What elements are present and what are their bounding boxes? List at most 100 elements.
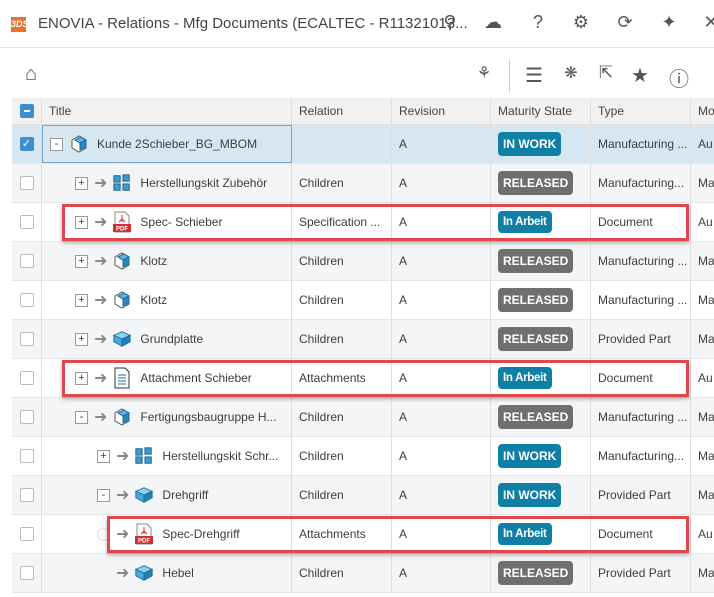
- svg-text:PDF: PDF: [138, 539, 150, 545]
- status-badge[interactable]: IN WORK: [498, 444, 562, 468]
- title-cell[interactable]: + ➜ Klotz: [42, 242, 292, 280]
- maturity-state-cell: RELEASED: [491, 281, 591, 319]
- collapse-button[interactable]: -: [97, 488, 110, 502]
- type-cell: Manufacturing...: [591, 437, 691, 475]
- column-header-relation[interactable]: Relation: [292, 98, 392, 124]
- close-icon[interactable]: ✕: [700, 12, 714, 33]
- status-badge[interactable]: In Arbeit: [498, 367, 552, 389]
- row-checkbox[interactable]: [19, 254, 34, 268]
- table-row[interactable]: + ➜ PDF Spec- Schieber Specification ... A …: [12, 203, 714, 242]
- row-checkbox[interactable]: [19, 371, 34, 385]
- title-cell[interactable]: + ➜ Herstellungskit Schr...: [42, 437, 292, 475]
- expand-button[interactable]: +: [75, 293, 88, 307]
- select-all-checkbox[interactable]: [19, 104, 34, 118]
- arrow-right-icon: ➜: [94, 331, 108, 348]
- list-icon[interactable]: ☰: [521, 63, 547, 88]
- row-checkbox[interactable]: [19, 449, 34, 463]
- expand-button[interactable]: +: [75, 332, 88, 346]
- type-cell: Manufacturing...: [591, 164, 691, 202]
- relation-cell: Children: [292, 320, 392, 358]
- row-checkbox[interactable]: [19, 410, 34, 424]
- title-cell[interactable]: - ➜ Drehgriff: [42, 476, 292, 514]
- row-checkbox[interactable]: [19, 176, 34, 190]
- title-cell[interactable]: + ➜ Attachment Schieber: [42, 359, 292, 397]
- title-cell[interactable]: - ➜ Fertigungsbaugruppe H...: [42, 398, 292, 436]
- status-badge[interactable]: IN WORK: [498, 483, 562, 507]
- status-badge[interactable]: In Arbeit: [498, 523, 552, 545]
- row-title: Kunde 2Schieber_BG_MBOM: [97, 137, 258, 151]
- expand-button[interactable]: +: [75, 254, 88, 268]
- collapse-button[interactable]: -: [75, 410, 88, 424]
- revision-cell: A: [392, 281, 491, 319]
- search-icon[interactable]: ⚲: [439, 12, 461, 33]
- status-badge[interactable]: RELEASED: [498, 249, 574, 273]
- table-row[interactable]: ➜ Hebel Children A RELEASED Provided Part…: [12, 554, 714, 593]
- title-cell[interactable]: ➜ Hebel: [42, 554, 292, 592]
- expand-button[interactable]: +: [75, 371, 88, 385]
- maturity-state-cell: RELEASED: [491, 554, 591, 592]
- gear-icon[interactable]: ⚙: [570, 12, 592, 33]
- maturity-state-cell: In Arbeit: [491, 203, 591, 241]
- collapse-button[interactable]: -: [50, 137, 63, 151]
- title-cell[interactable]: ➜ PDF Spec-Drehgriff: [42, 515, 292, 553]
- row-checkbox[interactable]: [19, 566, 34, 580]
- row-checkbox[interactable]: [19, 293, 34, 307]
- mo-cell: Au: [698, 371, 713, 385]
- title-cell[interactable]: + ➜ PDF Spec- Schieber: [42, 203, 292, 241]
- table-row[interactable]: + ➜ Klotz Children A RELEASED Manufacturin…: [12, 281, 714, 320]
- status-badge[interactable]: RELEASED: [498, 327, 574, 351]
- status-badge[interactable]: RELEASED: [498, 288, 574, 312]
- table-row[interactable]: - ➜ Drehgriff Children A IN WORK Provided …: [12, 476, 714, 515]
- expand-button[interactable]: +: [75, 215, 88, 229]
- status-badge[interactable]: RELEASED: [498, 405, 574, 429]
- maturity-state-cell: In Arbeit: [491, 359, 591, 397]
- help-icon[interactable]: ?: [527, 12, 549, 33]
- column-header-revision[interactable]: Revision: [392, 98, 491, 124]
- status-badge[interactable]: IN WORK: [498, 132, 562, 156]
- table-row[interactable]: + ➜ Attachment Schieber Attachments A In A…: [12, 359, 714, 398]
- row-checkbox[interactable]: [19, 332, 34, 346]
- network-settings-icon[interactable]: ❋: [558, 63, 584, 83]
- table-row[interactable]: + ➜ Herstellungskit Zubehör Children A REL…: [12, 164, 714, 203]
- row-checkbox[interactable]: [19, 488, 34, 502]
- status-badge[interactable]: In Arbeit: [498, 211, 552, 233]
- row-select-cell: ✓: [12, 125, 42, 163]
- revision-cell: A: [392, 125, 491, 163]
- status-badge[interactable]: RELEASED: [498, 171, 574, 195]
- column-header-type[interactable]: Type: [591, 98, 691, 124]
- maturity-state-cell: RELEASED: [491, 242, 591, 280]
- title-cell[interactable]: - Kunde 2Schieber_BG_MBOM: [42, 125, 292, 163]
- column-header-maturity-state[interactable]: Maturity State: [491, 98, 591, 124]
- refresh-icon[interactable]: ⟳: [614, 12, 636, 33]
- cloud-icon[interactable]: ☁: [482, 12, 504, 33]
- title-cell[interactable]: + ➜ Grundplatte: [42, 320, 292, 358]
- row-checkbox[interactable]: ✓: [19, 137, 34, 151]
- row-title: Herstellungskit Zubehör: [140, 176, 268, 190]
- status-badge[interactable]: RELEASED: [498, 561, 574, 585]
- table-row[interactable]: - ➜ Fertigungsbaugruppe H... Children A RE…: [12, 398, 714, 437]
- window-titlebar: 3DS ENOVIA - Relations - Mfg Documents (…: [0, 0, 714, 48]
- column-header-title[interactable]: Title: [42, 98, 292, 124]
- table-row[interactable]: + ➜ Klotz Children A RELEASED Manufacturin…: [12, 242, 714, 281]
- title-cell[interactable]: + ➜ Herstellungskit Zubehör: [42, 164, 292, 202]
- info-icon[interactable]: ⓘ: [666, 63, 692, 92]
- row-checkbox[interactable]: [19, 215, 34, 229]
- loading-spinner-icon: [97, 527, 110, 541]
- type-cell: Provided Part: [591, 320, 691, 358]
- table-row[interactable]: + ➜ Grundplatte Children A RELEASED Provid…: [12, 320, 714, 359]
- tree-settings-icon[interactable]: ⚘: [471, 63, 497, 83]
- pin-icon[interactable]: ✦: [658, 12, 680, 33]
- table-row[interactable]: ✓ - Kunde 2Schieber_BG_MBOM A IN WORK Man…: [12, 125, 714, 164]
- star-icon[interactable]: ★: [627, 63, 653, 88]
- table-row[interactable]: ➜ PDF Spec-Drehgriff Attachments A In Arbe…: [12, 515, 714, 554]
- table-row[interactable]: + ➜ Herstellungskit Schr... Children A IN …: [12, 437, 714, 476]
- row-checkbox[interactable]: [19, 527, 34, 541]
- expand-button[interactable]: +: [75, 176, 88, 190]
- home-icon[interactable]: ⌂: [18, 63, 44, 86]
- select-icon[interactable]: ⇱: [593, 63, 619, 83]
- expand-button[interactable]: +: [97, 449, 110, 463]
- column-header-mo[interactable]: Mo: [691, 98, 714, 124]
- title-cell[interactable]: + ➜ Klotz: [42, 281, 292, 319]
- type-cell: Manufacturing ...: [591, 281, 691, 319]
- revision-cell: A: [392, 164, 491, 202]
